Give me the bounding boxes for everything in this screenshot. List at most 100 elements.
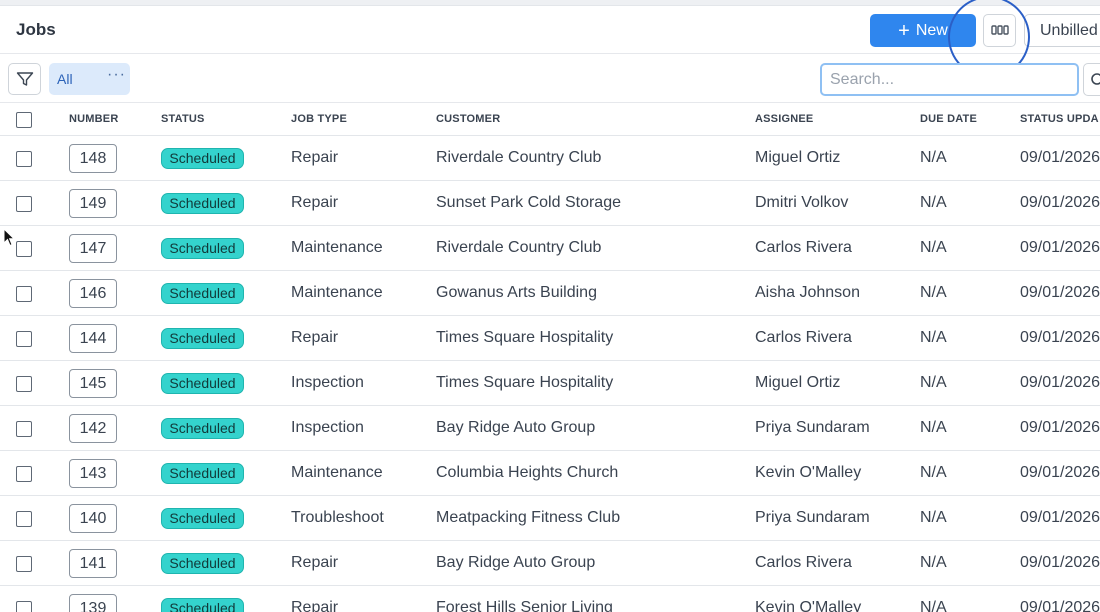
job-number[interactable]: 142 — [69, 414, 117, 443]
due-date-cell: N/A — [920, 554, 947, 571]
customer-cell: Forest Hills Senior Living — [436, 599, 613, 612]
job-number[interactable]: 145 — [69, 369, 117, 398]
new-job-button[interactable]: + New — [870, 14, 976, 47]
table-row[interactable]: 146 Scheduled Maintenance Gowanus Arts B… — [0, 271, 1100, 316]
row-checkbox[interactable] — [16, 376, 32, 392]
due-date-cell: N/A — [920, 509, 947, 526]
row-checkbox[interactable] — [16, 556, 32, 572]
job-number[interactable]: 140 — [69, 504, 117, 533]
search-icon — [1091, 73, 1100, 85]
status-badge: Scheduled — [161, 148, 244, 169]
status-badge: Scheduled — [161, 193, 244, 214]
job-number[interactable]: 148 — [69, 144, 117, 173]
assignee-cell: Priya Sundaram — [755, 419, 870, 436]
table-row[interactable]: 143 Scheduled Maintenance Columbia Heigh… — [0, 451, 1100, 496]
job-number[interactable]: 143 — [69, 459, 117, 488]
status-badge: Scheduled — [161, 598, 244, 612]
table-row[interactable]: 139 Scheduled Repair Forest Hills Senior… — [0, 586, 1100, 612]
status-badge: Scheduled — [161, 328, 244, 349]
assignee-cell: Carlos Rivera — [755, 329, 852, 346]
page-header: Jobs + New Unbilled — [0, 6, 1100, 54]
table-row[interactable]: 145 Scheduled Inspection Times Square Ho… — [0, 361, 1100, 406]
assignee-cell: Priya Sundaram — [755, 509, 870, 526]
job-number[interactable]: 147 — [69, 234, 117, 263]
assignee-cell: Carlos Rivera — [755, 239, 852, 256]
status-updated-cell: 09/01/2026 — [1020, 464, 1100, 481]
table-row[interactable]: 141 Scheduled Repair Bay Ridge Auto Grou… — [0, 541, 1100, 586]
status-updated-cell: 09/01/2026 — [1020, 149, 1100, 166]
plus-icon: + — [898, 19, 910, 42]
assignee-cell: Kevin O'Malley — [755, 599, 862, 612]
job-number[interactable]: 139 — [69, 594, 117, 612]
table-row[interactable]: 148 Scheduled Repair Riverdale Country C… — [0, 136, 1100, 181]
status-updated-cell: 09/01/2026 — [1020, 284, 1100, 301]
customer-cell: Bay Ridge Auto Group — [436, 554, 596, 571]
columns-button[interactable] — [983, 14, 1016, 47]
due-date-cell: N/A — [920, 194, 947, 211]
row-checkbox[interactable] — [16, 511, 32, 527]
job-number[interactable]: 141 — [69, 549, 117, 578]
select-all-checkbox[interactable] — [16, 112, 32, 128]
status-badge: Scheduled — [161, 238, 244, 259]
job-type-cell: Repair — [291, 194, 339, 211]
row-checkbox[interactable] — [16, 151, 32, 167]
job-type-cell: Troubleshoot — [291, 509, 384, 526]
status-updated-cell: 09/01/2026 — [1020, 419, 1100, 436]
column-header-due-date[interactable]: DUE DATE — [920, 113, 977, 125]
filter-button[interactable] — [8, 63, 41, 95]
due-date-cell: N/A — [920, 464, 947, 481]
table-row[interactable]: 149 Scheduled Repair Sunset Park Cold St… — [0, 181, 1100, 226]
row-checkbox[interactable] — [16, 241, 32, 257]
row-checkbox[interactable] — [16, 196, 32, 212]
job-number[interactable]: 144 — [69, 324, 117, 353]
job-number[interactable]: 149 — [69, 189, 117, 218]
status-badge: Scheduled — [161, 463, 244, 484]
customer-cell: Riverdale Country Club — [436, 239, 602, 256]
column-header-status-updated[interactable]: STATUS UPDA — [1020, 113, 1099, 125]
status-updated-cell: 09/01/2026 — [1020, 329, 1100, 346]
assignee-cell: Carlos Rivera — [755, 554, 852, 571]
due-date-cell: N/A — [920, 149, 947, 166]
due-date-cell: N/A — [920, 419, 947, 436]
table-row[interactable]: 140 Scheduled Troubleshoot Meatpacking F… — [0, 496, 1100, 541]
view-selector[interactable]: All ··· — [49, 63, 130, 95]
row-checkbox[interactable] — [16, 466, 32, 482]
row-checkbox[interactable] — [16, 331, 32, 347]
job-type-cell: Repair — [291, 329, 339, 346]
row-checkbox[interactable] — [16, 286, 32, 302]
row-checkbox[interactable] — [16, 421, 32, 437]
table-row[interactable]: 147 Scheduled Maintenance Riverdale Coun… — [0, 226, 1100, 271]
job-number[interactable]: 146 — [69, 279, 117, 308]
job-type-cell: Repair — [291, 149, 339, 166]
job-type-cell: Maintenance — [291, 239, 383, 256]
customer-cell: Gowanus Arts Building — [436, 284, 597, 301]
job-type-cell: Maintenance — [291, 284, 383, 301]
column-header-number[interactable]: NUMBER — [69, 113, 118, 125]
row-checkbox[interactable] — [16, 601, 32, 612]
column-header-customer[interactable]: CUSTOMER — [436, 113, 500, 125]
assignee-cell: Kevin O'Malley — [755, 464, 862, 481]
due-date-cell: N/A — [920, 374, 947, 391]
job-type-cell: Repair — [291, 554, 339, 571]
table-row[interactable]: 144 Scheduled Repair Times Square Hospit… — [0, 316, 1100, 361]
customer-cell: Times Square Hospitality — [436, 329, 614, 346]
job-type-cell: Inspection — [291, 374, 364, 391]
customer-cell: Columbia Heights Church — [436, 464, 619, 481]
customer-cell: Meatpacking Fitness Club — [436, 509, 621, 526]
unbilled-button[interactable]: Unbilled — [1024, 14, 1100, 47]
search-input[interactable] — [820, 63, 1079, 96]
due-date-cell: N/A — [920, 599, 947, 612]
search-button[interactable] — [1083, 63, 1100, 96]
column-header-job-type[interactable]: JOB TYPE — [291, 113, 347, 125]
assignee-cell: Miguel Ortiz — [755, 374, 841, 391]
column-header-status[interactable]: STATUS — [161, 113, 205, 125]
customer-cell: Bay Ridge Auto Group — [436, 419, 596, 436]
status-updated-cell: 09/01/2026 — [1020, 374, 1100, 391]
table-row[interactable]: 142 Scheduled Inspection Bay Ridge Auto … — [0, 406, 1100, 451]
customer-cell: Riverdale Country Club — [436, 149, 602, 166]
status-updated-cell: 09/01/2026 — [1020, 599, 1100, 612]
page-title: Jobs — [16, 20, 56, 39]
due-date-cell: N/A — [920, 239, 947, 256]
view-more-icon[interactable]: ··· — [107, 66, 126, 84]
column-header-assignee[interactable]: ASSIGNEE — [755, 113, 813, 125]
